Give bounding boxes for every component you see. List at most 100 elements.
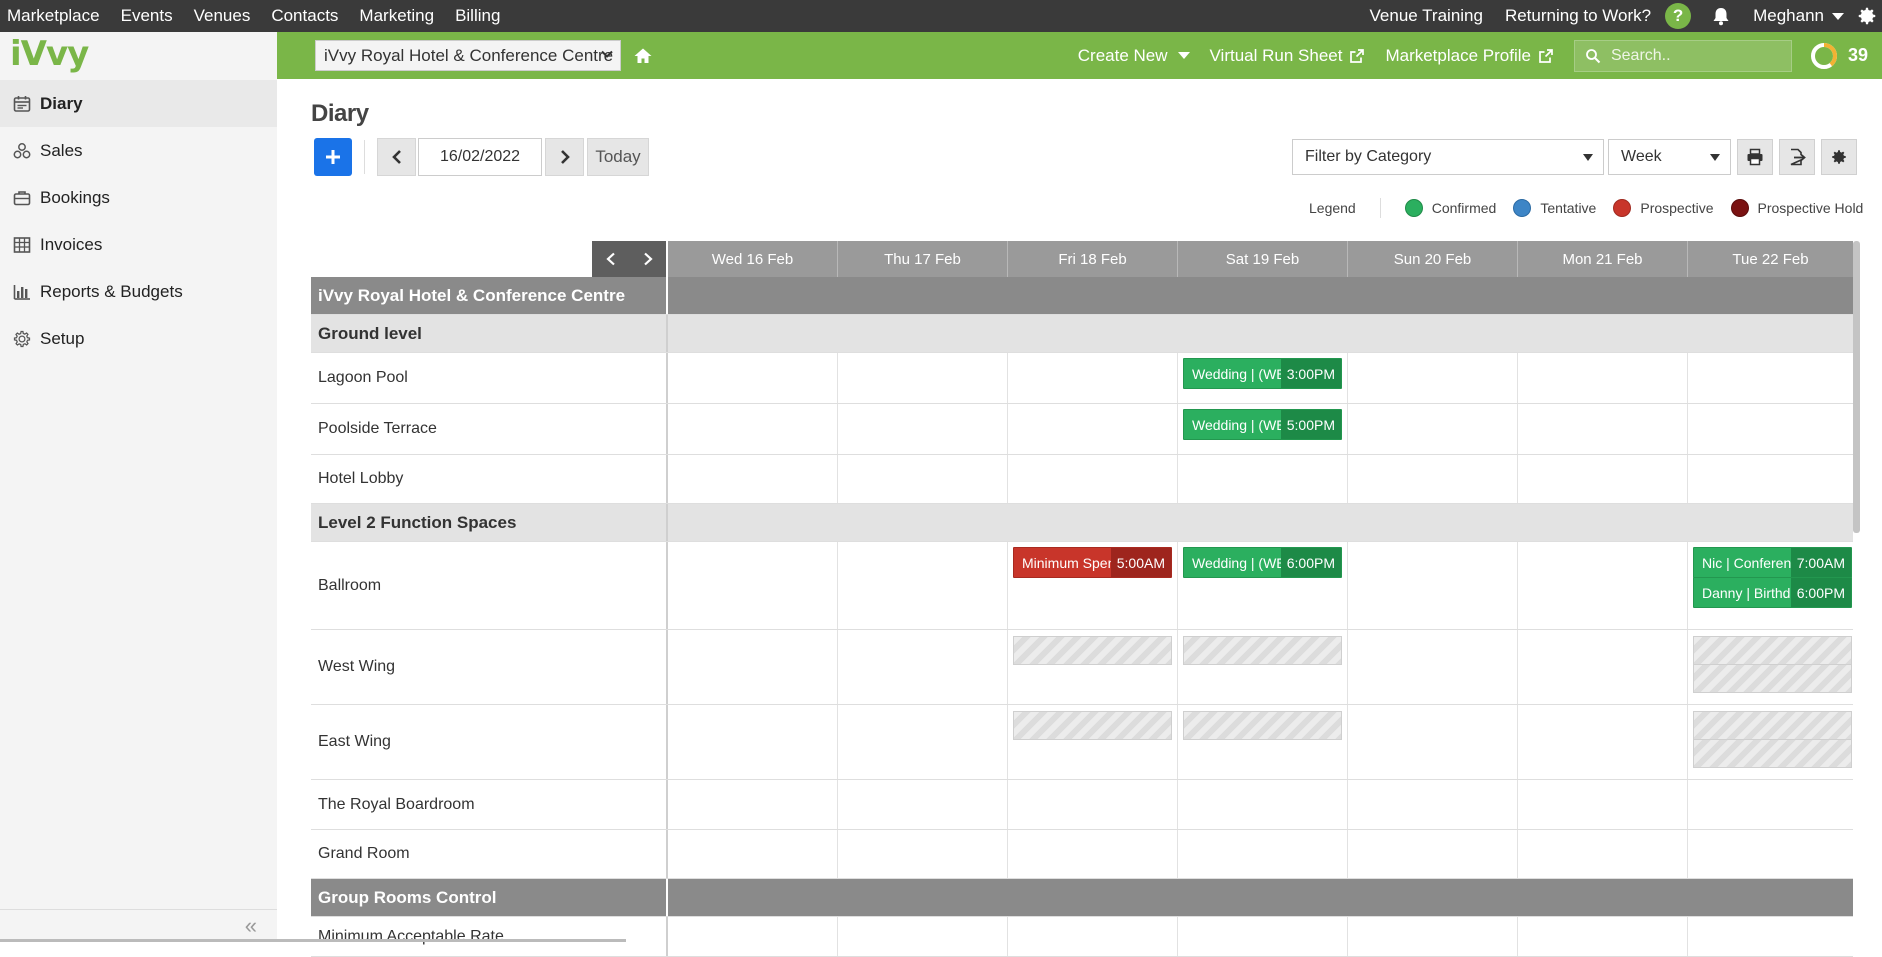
previous-week-button[interactable] bbox=[592, 241, 629, 277]
topnav-contacts[interactable]: Contacts bbox=[264, 0, 352, 32]
day-cell[interactable] bbox=[1348, 542, 1518, 629]
booking-event[interactable]: Wedding | (WE 5:00PM bbox=[1183, 409, 1342, 440]
day-cell[interactable] bbox=[1518, 917, 1688, 956]
day-cell[interactable] bbox=[1518, 630, 1688, 704]
blocked-slot[interactable] bbox=[1693, 664, 1852, 693]
blocked-slot[interactable] bbox=[1693, 711, 1852, 740]
day-cell[interactable] bbox=[668, 830, 838, 878]
day-cell[interactable] bbox=[1178, 917, 1348, 956]
booking-event[interactable]: Nic | Conferen 7:00AM bbox=[1693, 547, 1852, 578]
row-label[interactable]: Lagoon Pool bbox=[311, 353, 668, 403]
day-cell[interactable] bbox=[1008, 455, 1178, 503]
blocked-slot[interactable] bbox=[1183, 636, 1342, 665]
day-cell[interactable] bbox=[668, 780, 838, 829]
blocked-slot[interactable] bbox=[1183, 711, 1342, 740]
sidebar-item-reports[interactable]: Reports & Budgets bbox=[0, 268, 277, 315]
day-cell[interactable] bbox=[1688, 705, 1853, 779]
day-cell[interactable] bbox=[1688, 917, 1853, 956]
row-label[interactable]: Minimum Acceptable Rate bbox=[311, 917, 668, 956]
day-cell[interactable] bbox=[1178, 780, 1348, 829]
topnav-events[interactable]: Events bbox=[114, 0, 187, 32]
day-cell[interactable] bbox=[1518, 455, 1688, 503]
create-new-button[interactable]: Create New bbox=[1068, 46, 1200, 66]
day-cell[interactable] bbox=[668, 455, 838, 503]
day-cell[interactable] bbox=[668, 705, 838, 779]
row-label[interactable]: Poolside Terrace bbox=[311, 404, 668, 454]
day-cell[interactable]: Nic | Conferen 7:00AM Danny | Birthd 6:00PM bbox=[1688, 542, 1853, 629]
virtual-run-sheet-link[interactable]: Virtual Run Sheet bbox=[1200, 46, 1376, 66]
booking-event[interactable]: Minimum Spen 5:00AM bbox=[1013, 547, 1172, 578]
day-cell[interactable] bbox=[1178, 705, 1348, 779]
blocked-slot[interactable] bbox=[1013, 711, 1172, 740]
next-week-button[interactable] bbox=[629, 241, 666, 277]
venue-training-link[interactable]: Venue Training bbox=[1359, 0, 1494, 32]
day-cell[interactable] bbox=[1518, 705, 1688, 779]
topnav-venues[interactable]: Venues bbox=[187, 0, 265, 32]
day-cell[interactable]: Wedding | (WE 3:00PM bbox=[1178, 353, 1348, 403]
day-cell[interactable] bbox=[838, 780, 1008, 829]
topnav-marketing[interactable]: Marketing bbox=[352, 0, 448, 32]
marketplace-profile-link[interactable]: Marketplace Profile bbox=[1375, 46, 1564, 66]
day-cell[interactable] bbox=[1518, 780, 1688, 829]
row-label[interactable]: East Wing bbox=[311, 705, 668, 779]
day-cell[interactable] bbox=[1348, 705, 1518, 779]
day-cell[interactable]: Wedding | (WE 5:00PM bbox=[1178, 404, 1348, 454]
bell-icon[interactable] bbox=[1711, 6, 1731, 26]
day-cell[interactable] bbox=[1178, 455, 1348, 503]
search-input[interactable]: Search.. bbox=[1573, 39, 1792, 72]
day-cell[interactable] bbox=[1348, 353, 1518, 403]
row-label[interactable]: Hotel Lobby bbox=[311, 455, 668, 503]
day-cell[interactable] bbox=[1688, 404, 1853, 454]
blocked-slot[interactable] bbox=[1013, 636, 1172, 665]
help-icon[interactable]: ? bbox=[1665, 3, 1692, 29]
blocked-slot[interactable] bbox=[1693, 739, 1852, 768]
add-booking-button[interactable] bbox=[314, 138, 352, 176]
day-cell[interactable] bbox=[838, 830, 1008, 878]
today-button[interactable]: Today bbox=[587, 138, 649, 176]
sidebar-item-diary[interactable]: Diary bbox=[0, 80, 277, 127]
day-cell[interactable] bbox=[1178, 630, 1348, 704]
day-cell[interactable] bbox=[1688, 630, 1853, 704]
day-cell[interactable]: Wedding | (WE 6:00PM bbox=[1178, 542, 1348, 629]
day-cell[interactable] bbox=[838, 705, 1008, 779]
filter-by-category-select[interactable]: Filter by Category bbox=[1292, 139, 1604, 175]
day-cell[interactable] bbox=[838, 630, 1008, 704]
day-cell[interactable] bbox=[1348, 404, 1518, 454]
day-cell[interactable] bbox=[838, 404, 1008, 454]
row-label[interactable]: West Wing bbox=[311, 630, 668, 704]
export-button[interactable] bbox=[1779, 139, 1815, 175]
day-cell[interactable] bbox=[668, 542, 838, 629]
day-cell[interactable] bbox=[838, 542, 1008, 629]
day-cell[interactable] bbox=[1008, 830, 1178, 878]
row-label[interactable]: Ballroom bbox=[311, 542, 668, 629]
day-cell[interactable] bbox=[1008, 780, 1178, 829]
day-cell[interactable] bbox=[1008, 917, 1178, 956]
day-cell[interactable] bbox=[668, 630, 838, 704]
topnav-billing[interactable]: Billing bbox=[448, 0, 514, 32]
day-cell[interactable]: Minimum Spen 5:00AM bbox=[1008, 542, 1178, 629]
day-cell[interactable] bbox=[1518, 542, 1688, 629]
row-label[interactable]: Grand Room bbox=[311, 830, 668, 878]
day-cell[interactable] bbox=[1688, 830, 1853, 878]
day-cell[interactable] bbox=[838, 917, 1008, 956]
day-cell[interactable] bbox=[1348, 917, 1518, 956]
day-cell[interactable] bbox=[1348, 780, 1518, 829]
day-cell[interactable] bbox=[1008, 630, 1178, 704]
date-input[interactable]: 16/02/2022 bbox=[418, 138, 542, 176]
next-date-button[interactable] bbox=[545, 138, 584, 176]
day-cell[interactable] bbox=[1348, 830, 1518, 878]
day-cell[interactable] bbox=[1008, 353, 1178, 403]
day-cell[interactable] bbox=[668, 404, 838, 454]
day-cell[interactable] bbox=[1688, 455, 1853, 503]
day-cell[interactable] bbox=[668, 917, 838, 956]
day-cell[interactable] bbox=[1348, 455, 1518, 503]
sidebar-item-bookings[interactable]: Bookings bbox=[0, 174, 277, 221]
sidebar-item-setup[interactable]: Setup bbox=[0, 315, 277, 362]
day-cell[interactable] bbox=[838, 353, 1008, 403]
view-select[interactable]: Week bbox=[1608, 139, 1731, 175]
booking-event[interactable]: Wedding | (WE 3:00PM bbox=[1183, 358, 1342, 389]
row-label[interactable]: The Royal Boardroom bbox=[311, 780, 668, 829]
returning-to-work-link[interactable]: Returning to Work? bbox=[1494, 0, 1662, 32]
day-cell[interactable] bbox=[1518, 404, 1688, 454]
blocked-slot[interactable] bbox=[1693, 636, 1852, 665]
